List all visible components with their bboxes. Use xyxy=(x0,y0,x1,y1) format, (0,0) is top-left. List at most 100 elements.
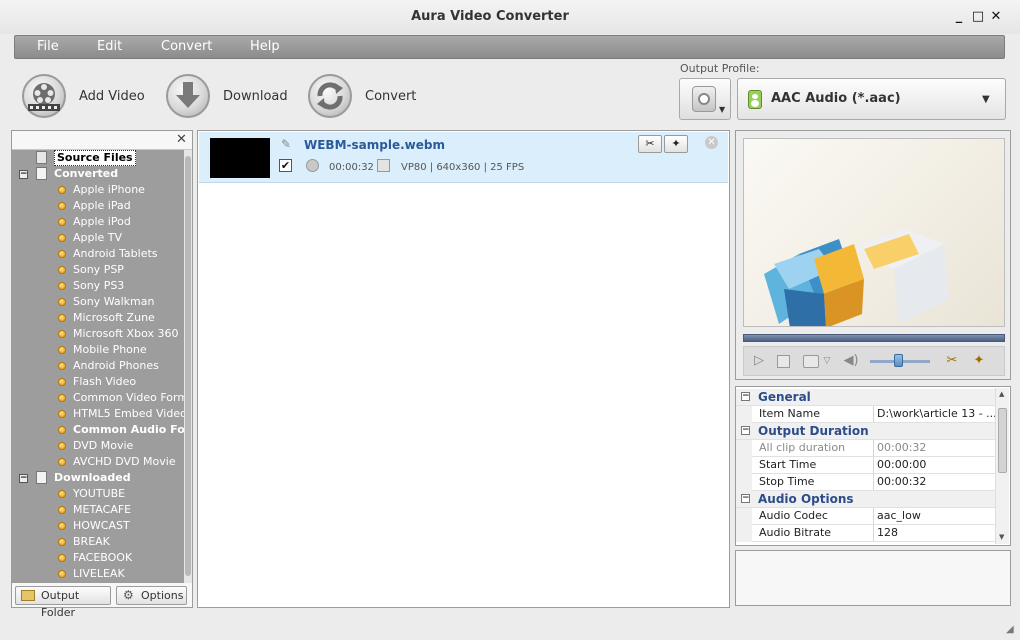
tree-scroll-thumb[interactable] xyxy=(185,156,191,576)
pencil-icon[interactable]: ✎ xyxy=(281,137,291,151)
prop-audio-codec[interactable]: Audio Codec aac_low xyxy=(736,508,995,525)
download-arrow-icon xyxy=(36,471,47,484)
properties-scrollbar[interactable]: ▲ ▼ xyxy=(995,388,1009,544)
converted-item[interactable]: DVD Movie xyxy=(12,438,184,454)
scissors-icon[interactable]: ✂ xyxy=(638,135,662,153)
prop-item-name[interactable]: Item Name D:\work\article 13 - ... xyxy=(736,406,995,423)
prop-stop-time[interactable]: Stop Time 00:00:32 xyxy=(736,474,995,491)
magic-wand-icon[interactable]: ✦ xyxy=(971,353,987,369)
converted-item[interactable]: Apple iPhone xyxy=(12,182,184,198)
convert-button[interactable]: Convert xyxy=(306,72,436,122)
close-sidebar-icon[interactable]: ✕ xyxy=(176,132,187,147)
seek-bar[interactable] xyxy=(743,334,1005,342)
menu-convert[interactable]: Convert xyxy=(161,39,212,54)
scissors-icon[interactable]: ✂ xyxy=(944,353,960,369)
converted-item[interactable]: Common Audio Formats xyxy=(12,422,184,438)
volume-icon[interactable]: ◀) xyxy=(842,353,860,369)
tree-item-label: Microsoft Zune xyxy=(73,311,155,324)
file-name[interactable]: WEBM-sample.webm xyxy=(304,138,445,152)
file-checkbox[interactable]: ✔ xyxy=(279,159,292,172)
camera-icon[interactable] xyxy=(803,355,819,368)
converted-item[interactable]: AVCHD DVD Movie xyxy=(12,454,184,470)
output-folder-label: Output Folder xyxy=(41,589,80,619)
chevron-down-icon: ▼ xyxy=(982,94,990,105)
collapse-icon[interactable]: − xyxy=(741,426,750,435)
section-audio-options[interactable]: − Audio Options xyxy=(736,491,995,508)
collapse-icon[interactable]: − xyxy=(741,494,750,503)
downloaded-item[interactable]: BREAK xyxy=(12,534,184,550)
prop-start-time[interactable]: Start Time 00:00:00 xyxy=(736,457,995,474)
converted-item[interactable]: Android Phones xyxy=(12,358,184,374)
profile-device-button[interactable]: ▼ xyxy=(679,78,731,120)
tree-source-files[interactable]: Source Files xyxy=(12,150,184,166)
downloaded-item[interactable]: FACEBOOK xyxy=(12,550,184,566)
maximize-button[interactable]: □ xyxy=(970,9,986,25)
properties-scroll-thumb[interactable] xyxy=(998,408,1007,473)
menu-edit[interactable]: Edit xyxy=(97,39,122,54)
tree-item-label: Flash Video xyxy=(73,375,137,388)
download-button[interactable]: Download xyxy=(164,72,294,122)
tree-item-label: Apple TV xyxy=(73,231,123,244)
converted-item[interactable]: HTML5 Embed Video xyxy=(12,406,184,422)
file-video-info: VP80 | 640x360 | 25 FPS xyxy=(401,162,525,173)
collapse-icon[interactable]: − xyxy=(19,170,28,179)
converted-item[interactable]: Android Tablets xyxy=(12,246,184,262)
converted-item[interactable]: Microsoft Xbox 360 xyxy=(12,326,184,342)
downloaded-item[interactable]: LIVELEAK xyxy=(12,566,184,582)
scroll-down-icon[interactable]: ▼ xyxy=(999,533,1004,541)
converted-item[interactable]: Microsoft Zune xyxy=(12,310,184,326)
tree-item-label: Sony PS3 xyxy=(73,279,125,292)
converted-item[interactable]: Mobile Phone xyxy=(12,342,184,358)
output-profile-label: Output Profile: xyxy=(680,62,760,75)
tree-item-label: Sony PSP xyxy=(73,263,124,276)
prop-all-clip-duration[interactable]: All clip duration 00:00:32 xyxy=(736,440,995,457)
close-button[interactable]: ✕ xyxy=(988,9,1004,25)
prop-value: D:\work\article 13 - ... xyxy=(877,407,995,420)
bullet-icon xyxy=(58,234,66,242)
section-output-duration[interactable]: − Output Duration xyxy=(736,423,995,440)
section-output-duration-label: Output Duration xyxy=(758,424,869,438)
chevron-down-icon[interactable]: ▽ xyxy=(822,353,832,369)
sidebar-header: ✕ xyxy=(12,131,192,150)
converted-item[interactable]: Sony Walkman xyxy=(12,294,184,310)
bullet-icon xyxy=(58,506,66,514)
bullet-icon xyxy=(58,458,66,466)
player-controls: ▷ ▽ ◀) ✂ ✦ xyxy=(743,346,1005,376)
remove-file-icon[interactable]: ✕ xyxy=(705,136,718,149)
tree-downloaded[interactable]: − Downloaded xyxy=(12,470,184,486)
output-profile-select[interactable]: AAC Audio (*.aac) ▼ xyxy=(737,78,1006,120)
prop-audio-bitrate[interactable]: Audio Bitrate 128 xyxy=(736,525,995,542)
converted-item[interactable]: Common Video Formats xyxy=(12,390,184,406)
scroll-up-icon[interactable]: ▲ xyxy=(999,390,1004,398)
play-icon[interactable]: ▷ xyxy=(752,353,766,369)
stop-icon[interactable] xyxy=(777,355,790,368)
minimize-button[interactable]: _ xyxy=(951,9,967,25)
menu-help[interactable]: Help xyxy=(250,39,280,54)
file-row[interactable]: ✎ WEBM-sample.webm ✔ 00:00:32 VP80 | 640… xyxy=(199,132,728,183)
collapse-icon[interactable]: − xyxy=(741,392,750,401)
magic-wand-icon[interactable]: ✦ xyxy=(664,135,688,153)
converted-item[interactable]: Apple TV xyxy=(12,230,184,246)
downloaded-item[interactable]: HOWCAST xyxy=(12,518,184,534)
window-title: Aura Video Converter xyxy=(411,9,569,24)
tree-item-label: DVD Movie xyxy=(73,439,134,452)
resize-grip-icon[interactable]: ◢ xyxy=(1006,624,1014,635)
tree-scrollbar[interactable] xyxy=(184,150,192,583)
converted-item[interactable]: Flash Video xyxy=(12,374,184,390)
volume-slider[interactable] xyxy=(894,354,903,367)
downloaded-item[interactable]: YOUTUBE xyxy=(12,486,184,502)
prop-value: 00:00:32 xyxy=(877,475,927,488)
converted-item[interactable]: Apple iPad xyxy=(12,198,184,214)
output-folder-button[interactable]: Output Folder xyxy=(15,586,111,619)
collapse-icon[interactable]: − xyxy=(19,474,28,483)
section-general[interactable]: − General xyxy=(736,389,995,406)
menu-file[interactable]: File xyxy=(37,39,59,54)
converted-item[interactable]: Sony PS3 xyxy=(12,278,184,294)
options-button[interactable]: ⚙ Options xyxy=(116,586,187,605)
prop-label: All clip duration xyxy=(758,440,874,456)
add-video-button[interactable]: Add Video xyxy=(20,72,150,122)
tree-converted[interactable]: − Converted xyxy=(12,166,184,182)
converted-item[interactable]: Apple iPod xyxy=(12,214,184,230)
downloaded-item[interactable]: METACAFE xyxy=(12,502,184,518)
converted-item[interactable]: Sony PSP xyxy=(12,262,184,278)
